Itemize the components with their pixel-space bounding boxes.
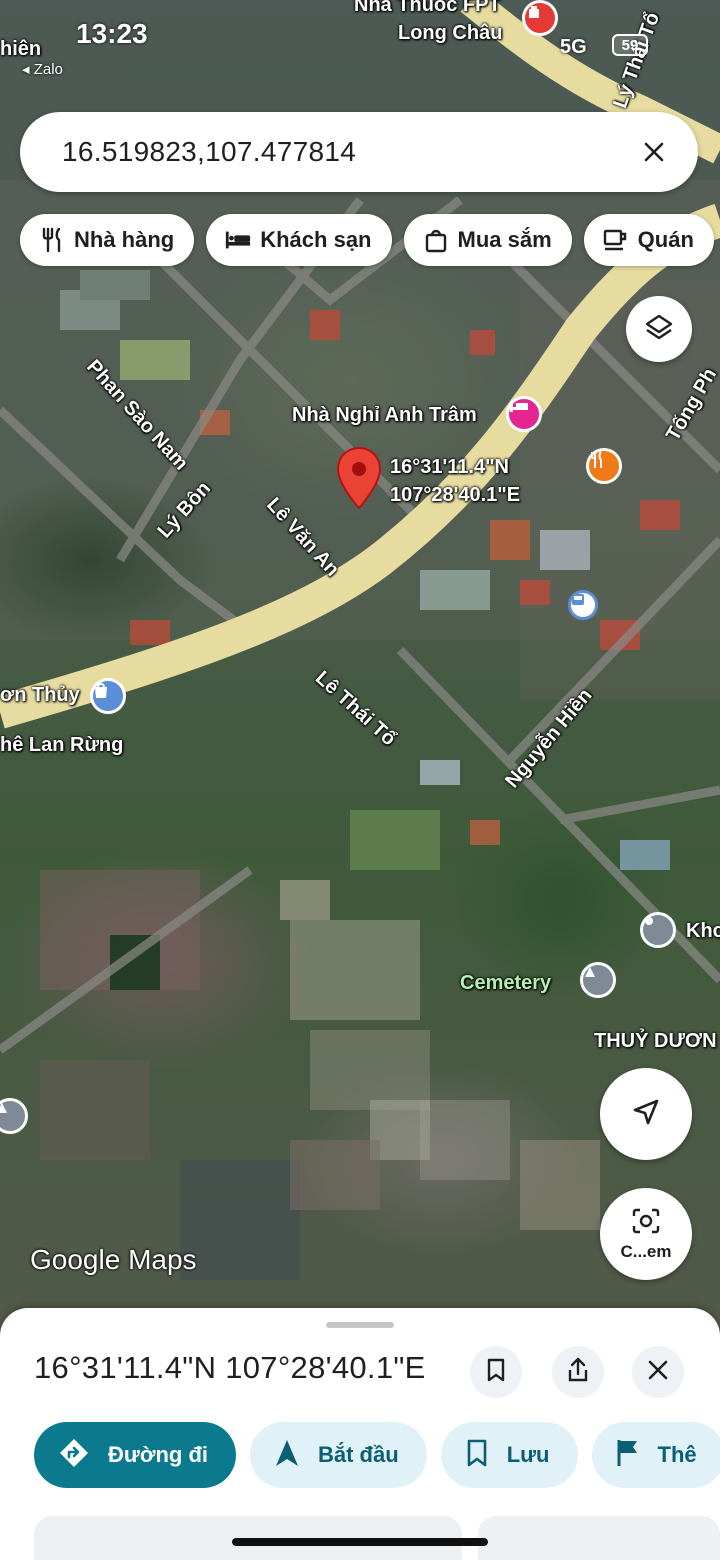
map-label-hotel[interactable]: Nhà Nghỉ Anh Trâm [292, 404, 477, 427]
share-icon [567, 1357, 589, 1388]
pin-coord-lat: 16°31'11.4"N [390, 456, 509, 478]
pin-coord-lng: 107°28'40.1"E [390, 484, 521, 506]
map-label-pharmacy-line2[interactable]: Long Châu [398, 22, 502, 45]
cemetery-poi-icon[interactable] [580, 962, 616, 998]
chip-restaurants[interactable]: Nhà hàng [20, 214, 195, 266]
start-button[interactable]: Bắt đầu [250, 1422, 427, 1488]
chip-hotels[interactable]: Khách sạn [206, 214, 392, 266]
camera-icon [631, 1207, 661, 1240]
shop-poi-icon[interactable] [90, 678, 126, 714]
bookmark-icon [465, 1438, 489, 1473]
save-button[interactable]: Lưu [440, 1422, 578, 1488]
shopping-bag-icon [422, 226, 450, 254]
battery-indicator: 59 [612, 34, 648, 56]
close-icon[interactable] [634, 132, 674, 172]
camera-button-label: C...em [620, 1241, 672, 1261]
coffee-icon [602, 226, 630, 254]
bookmark-icon [486, 1358, 506, 1387]
home-indicator[interactable] [232, 1538, 488, 1546]
close-sheet-button[interactable] [632, 1346, 684, 1398]
restaurant-poi-icon[interactable] [586, 448, 622, 484]
place-title: 16°31'11.4"N 107°28'40.1"E [34, 1350, 426, 1385]
category-chips: Nhà hàng Khách sạn Mua sắm Quán [20, 214, 714, 266]
restaurant-icon [38, 226, 66, 254]
close-icon [647, 1359, 669, 1386]
search-input[interactable]: 16.519823,107.477814 [62, 136, 634, 168]
place-bottom-sheet[interactable]: 16°31'11.4"N 107°28'40.1"E Đường đi Bắt … [0, 1308, 720, 1560]
place-poi-icon[interactable] [640, 912, 676, 948]
pharmacy-poi-icon[interactable] [522, 0, 558, 36]
action-buttons: Đường đi Bắt đầu Lưu Thê [34, 1422, 720, 1488]
my-location-button[interactable] [600, 1068, 692, 1160]
chip-label: Mua sắm [457, 227, 552, 252]
sheet-preview-card[interactable] [478, 1516, 720, 1560]
map-label-che-lan-rung: hê Lan Rừng [0, 734, 124, 756]
add-label-text: Thê [657, 1442, 697, 1467]
directions-label: Đường đi [108, 1442, 208, 1467]
map-label-top-left: hiên [0, 38, 42, 60]
directions-button[interactable]: Đường đi [34, 1422, 236, 1488]
layers-button[interactable] [626, 296, 692, 362]
camera-search-button[interactable]: C...em [600, 1188, 692, 1280]
back-to-app-link[interactable]: ◂ Zalo [22, 60, 63, 78]
add-label-button[interactable]: Thê [591, 1422, 720, 1488]
layers-icon [644, 312, 674, 347]
google-maps-logo: Google Maps [30, 1244, 197, 1275]
sheet-drag-handle[interactable] [326, 1322, 394, 1328]
chip-shopping[interactable]: Mua sắm [403, 214, 572, 266]
directions-icon [58, 1437, 90, 1474]
chip-label: Quán [637, 227, 694, 252]
map-label-son-thuy: ơn Thủy [0, 684, 80, 706]
flag-icon [616, 1438, 640, 1473]
save-label: Lưu [506, 1442, 550, 1467]
chip-label: Nhà hàng [74, 227, 175, 252]
map-label-thuy-duong: THUỶ DƯƠN [594, 1030, 717, 1052]
hotel-poi-icon[interactable] [506, 396, 542, 432]
navigation-arrow-icon [274, 1438, 300, 1473]
chip-label: Khách sạn [260, 227, 372, 252]
map-label-kho: Khc [686, 920, 720, 942]
start-label: Bắt đầu [318, 1442, 399, 1467]
chip-coffee[interactable]: Quán [583, 214, 714, 266]
map-label-cemetery[interactable]: Cemetery [460, 972, 551, 995]
save-bookmark-button[interactable] [470, 1346, 522, 1398]
bus-stop-icon[interactable] [568, 590, 598, 620]
hotel-icon [224, 226, 252, 254]
share-button[interactable] [552, 1346, 604, 1398]
network-indicator: 5G [560, 36, 587, 58]
navigation-arrow-icon [630, 1096, 662, 1133]
status-time: 13:23 [76, 18, 148, 49]
search-bar[interactable]: 16.519823,107.477814 [20, 112, 698, 192]
map-label-pharmacy-line1[interactable]: Nhà Thuốc FPT [354, 0, 501, 17]
